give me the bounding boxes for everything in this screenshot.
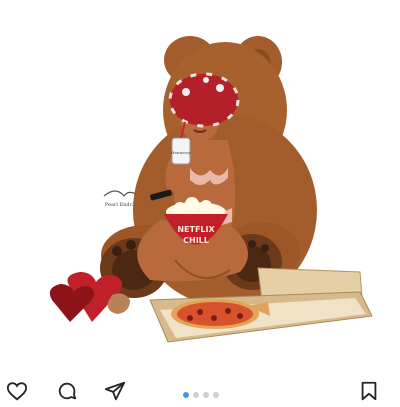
bowl-label-chill: CHILL [183, 236, 209, 245]
bowl-label-netflix: NETFLIX [177, 225, 215, 234]
carousel-indicator [183, 392, 219, 398]
comment-icon[interactable] [56, 380, 78, 402]
bookmark-icon[interactable] [358, 380, 380, 402]
signature-text: Pearl Endr3 [105, 202, 135, 208]
post-action-bar [0, 378, 400, 402]
share-icon[interactable] [104, 380, 126, 402]
carousel-dot[interactable] [213, 392, 219, 398]
carousel-dot[interactable] [183, 392, 189, 398]
carousel-dot[interactable] [193, 392, 199, 398]
heart-icon[interactable] [6, 380, 28, 402]
artist-signature: Pearl Endr3 [103, 190, 137, 208]
cup-label: Hennessy [171, 150, 191, 155]
heart-candy-box [49, 272, 130, 322]
post-image: Hennessy NETFLIX CHILL Pearl Endr3 [49, 36, 373, 343]
carousel-dot[interactable] [203, 392, 209, 398]
